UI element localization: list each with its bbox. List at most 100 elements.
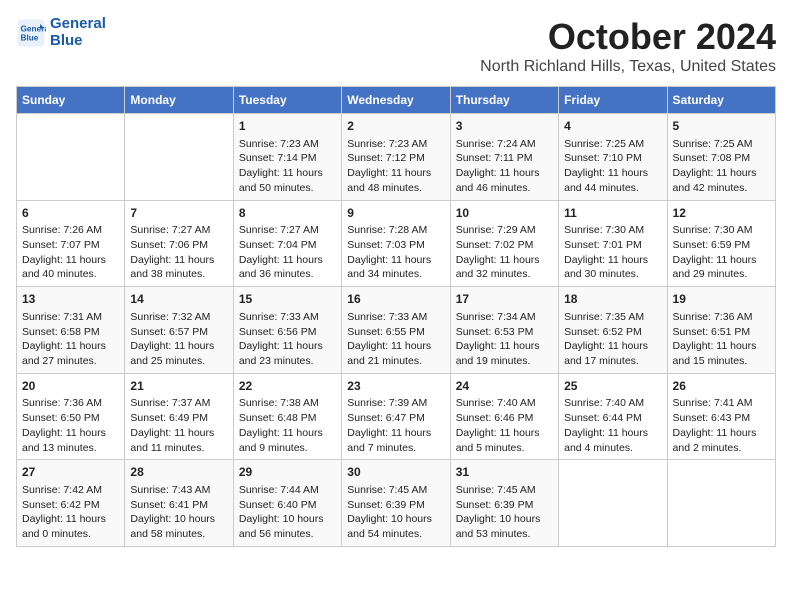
calendar-cell: 18Sunrise: 7:35 AMSunset: 6:52 PMDayligh… bbox=[559, 287, 667, 374]
day-number: 23 bbox=[347, 378, 444, 395]
calendar-cell bbox=[125, 114, 233, 201]
daylight-text: Daylight: 11 hours and 32 minutes. bbox=[456, 253, 553, 282]
calendar-cell: 5Sunrise: 7:25 AMSunset: 7:08 PMDaylight… bbox=[667, 114, 775, 201]
calendar-cell: 28Sunrise: 7:43 AMSunset: 6:41 PMDayligh… bbox=[125, 460, 233, 547]
logo: General Blue General Blue bbox=[16, 16, 106, 49]
sunrise-text: Sunrise: 7:25 AM bbox=[564, 137, 661, 152]
calendar-cell: 10Sunrise: 7:29 AMSunset: 7:02 PMDayligh… bbox=[450, 200, 558, 287]
column-header-saturday: Saturday bbox=[667, 87, 775, 114]
sunset-text: Sunset: 7:06 PM bbox=[130, 238, 227, 253]
sunset-text: Sunset: 6:49 PM bbox=[130, 411, 227, 426]
day-number: 8 bbox=[239, 205, 336, 222]
sunrise-text: Sunrise: 7:26 AM bbox=[22, 223, 119, 238]
sunset-text: Sunset: 6:41 PM bbox=[130, 498, 227, 513]
sunrise-text: Sunrise: 7:40 AM bbox=[564, 396, 661, 411]
calendar-cell bbox=[559, 460, 667, 547]
sunrise-text: Sunrise: 7:33 AM bbox=[239, 310, 336, 325]
calendar-cell: 27Sunrise: 7:42 AMSunset: 6:42 PMDayligh… bbox=[17, 460, 125, 547]
daylight-text: Daylight: 11 hours and 34 minutes. bbox=[347, 253, 444, 282]
calendar-cell: 26Sunrise: 7:41 AMSunset: 6:43 PMDayligh… bbox=[667, 373, 775, 460]
daylight-text: Daylight: 11 hours and 29 minutes. bbox=[673, 253, 770, 282]
sunset-text: Sunset: 7:11 PM bbox=[456, 151, 553, 166]
daylight-text: Daylight: 10 hours and 54 minutes. bbox=[347, 512, 444, 541]
day-number: 27 bbox=[22, 464, 119, 481]
column-header-sunday: Sunday bbox=[17, 87, 125, 114]
calendar-cell: 1Sunrise: 7:23 AMSunset: 7:14 PMDaylight… bbox=[233, 114, 341, 201]
sunset-text: Sunset: 6:59 PM bbox=[673, 238, 770, 253]
calendar-cell: 29Sunrise: 7:44 AMSunset: 6:40 PMDayligh… bbox=[233, 460, 341, 547]
calendar-cell: 31Sunrise: 7:45 AMSunset: 6:39 PMDayligh… bbox=[450, 460, 558, 547]
sunrise-text: Sunrise: 7:27 AM bbox=[239, 223, 336, 238]
day-number: 19 bbox=[673, 291, 770, 308]
calendar-cell: 14Sunrise: 7:32 AMSunset: 6:57 PMDayligh… bbox=[125, 287, 233, 374]
calendar-cell bbox=[17, 114, 125, 201]
calendar-cell: 16Sunrise: 7:33 AMSunset: 6:55 PMDayligh… bbox=[342, 287, 450, 374]
calendar-cell: 3Sunrise: 7:24 AMSunset: 7:11 PMDaylight… bbox=[450, 114, 558, 201]
sunrise-text: Sunrise: 7:33 AM bbox=[347, 310, 444, 325]
daylight-text: Daylight: 11 hours and 40 minutes. bbox=[22, 253, 119, 282]
sunrise-text: Sunrise: 7:44 AM bbox=[239, 483, 336, 498]
column-header-tuesday: Tuesday bbox=[233, 87, 341, 114]
sunrise-text: Sunrise: 7:40 AM bbox=[456, 396, 553, 411]
sunset-text: Sunset: 7:03 PM bbox=[347, 238, 444, 253]
page-header: General Blue General Blue October 2024 N… bbox=[16, 16, 776, 76]
calendar-cell: 23Sunrise: 7:39 AMSunset: 6:47 PMDayligh… bbox=[342, 373, 450, 460]
daylight-text: Daylight: 11 hours and 4 minutes. bbox=[564, 426, 661, 455]
sunset-text: Sunset: 6:46 PM bbox=[456, 411, 553, 426]
title-block: October 2024 North Richland Hills, Texas… bbox=[480, 16, 776, 76]
daylight-text: Daylight: 11 hours and 19 minutes. bbox=[456, 339, 553, 368]
daylight-text: Daylight: 11 hours and 36 minutes. bbox=[239, 253, 336, 282]
sunrise-text: Sunrise: 7:39 AM bbox=[347, 396, 444, 411]
calendar-cell: 20Sunrise: 7:36 AMSunset: 6:50 PMDayligh… bbox=[17, 373, 125, 460]
day-number: 30 bbox=[347, 464, 444, 481]
sunrise-text: Sunrise: 7:27 AM bbox=[130, 223, 227, 238]
day-number: 7 bbox=[130, 205, 227, 222]
column-header-thursday: Thursday bbox=[450, 87, 558, 114]
day-number: 16 bbox=[347, 291, 444, 308]
daylight-text: Daylight: 11 hours and 30 minutes. bbox=[564, 253, 661, 282]
calendar-cell: 6Sunrise: 7:26 AMSunset: 7:07 PMDaylight… bbox=[17, 200, 125, 287]
daylight-text: Daylight: 11 hours and 7 minutes. bbox=[347, 426, 444, 455]
day-number: 21 bbox=[130, 378, 227, 395]
calendar-cell: 19Sunrise: 7:36 AMSunset: 6:51 PMDayligh… bbox=[667, 287, 775, 374]
calendar-cell: 13Sunrise: 7:31 AMSunset: 6:58 PMDayligh… bbox=[17, 287, 125, 374]
calendar-cell bbox=[667, 460, 775, 547]
sunset-text: Sunset: 7:01 PM bbox=[564, 238, 661, 253]
location-title: North Richland Hills, Texas, United Stat… bbox=[480, 58, 776, 76]
daylight-text: Daylight: 11 hours and 38 minutes. bbox=[130, 253, 227, 282]
day-number: 29 bbox=[239, 464, 336, 481]
sunrise-text: Sunrise: 7:45 AM bbox=[347, 483, 444, 498]
sunrise-text: Sunrise: 7:38 AM bbox=[239, 396, 336, 411]
sunrise-text: Sunrise: 7:29 AM bbox=[456, 223, 553, 238]
sunset-text: Sunset: 6:40 PM bbox=[239, 498, 336, 513]
daylight-text: Daylight: 11 hours and 0 minutes. bbox=[22, 512, 119, 541]
day-number: 3 bbox=[456, 118, 553, 135]
sunset-text: Sunset: 6:56 PM bbox=[239, 325, 336, 340]
day-number: 10 bbox=[456, 205, 553, 222]
calendar-cell: 22Sunrise: 7:38 AMSunset: 6:48 PMDayligh… bbox=[233, 373, 341, 460]
sunset-text: Sunset: 6:55 PM bbox=[347, 325, 444, 340]
day-number: 15 bbox=[239, 291, 336, 308]
sunrise-text: Sunrise: 7:36 AM bbox=[22, 396, 119, 411]
sunrise-text: Sunrise: 7:43 AM bbox=[130, 483, 227, 498]
sunset-text: Sunset: 6:39 PM bbox=[347, 498, 444, 513]
daylight-text: Daylight: 11 hours and 5 minutes. bbox=[456, 426, 553, 455]
day-number: 2 bbox=[347, 118, 444, 135]
sunrise-text: Sunrise: 7:28 AM bbox=[347, 223, 444, 238]
calendar-cell: 11Sunrise: 7:30 AMSunset: 7:01 PMDayligh… bbox=[559, 200, 667, 287]
calendar-week-row: 20Sunrise: 7:36 AMSunset: 6:50 PMDayligh… bbox=[17, 373, 776, 460]
daylight-text: Daylight: 11 hours and 46 minutes. bbox=[456, 166, 553, 195]
day-number: 18 bbox=[564, 291, 661, 308]
calendar-cell: 15Sunrise: 7:33 AMSunset: 6:56 PMDayligh… bbox=[233, 287, 341, 374]
day-number: 24 bbox=[456, 378, 553, 395]
sunset-text: Sunset: 6:44 PM bbox=[564, 411, 661, 426]
calendar-cell: 12Sunrise: 7:30 AMSunset: 6:59 PMDayligh… bbox=[667, 200, 775, 287]
daylight-text: Daylight: 11 hours and 11 minutes. bbox=[130, 426, 227, 455]
sunset-text: Sunset: 6:57 PM bbox=[130, 325, 227, 340]
day-number: 11 bbox=[564, 205, 661, 222]
sunset-text: Sunset: 6:51 PM bbox=[673, 325, 770, 340]
column-header-monday: Monday bbox=[125, 87, 233, 114]
day-number: 20 bbox=[22, 378, 119, 395]
sunrise-text: Sunrise: 7:35 AM bbox=[564, 310, 661, 325]
day-number: 9 bbox=[347, 205, 444, 222]
